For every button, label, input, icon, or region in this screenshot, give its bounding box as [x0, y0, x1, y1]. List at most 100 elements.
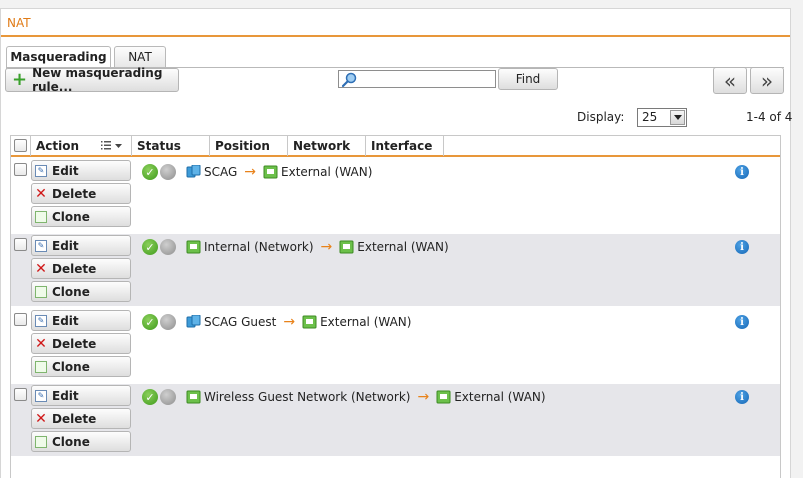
column-header-action[interactable]: Action	[31, 136, 132, 156]
edit-button[interactable]: ✎ Edit	[31, 235, 131, 256]
delete-button[interactable]: ✕ Delete	[31, 258, 131, 279]
clone-icon	[35, 360, 47, 373]
network-interface-icon	[263, 165, 278, 179]
edit-label: Edit	[52, 388, 79, 403]
row-checkbox[interactable]	[14, 388, 27, 401]
status-disabled-icon[interactable]	[160, 389, 176, 405]
info-icon[interactable]: i	[735, 390, 749, 404]
edit-button[interactable]: ✎ Edit	[31, 385, 131, 406]
info-icon[interactable]: i	[735, 165, 749, 179]
network-interface-icon	[186, 240, 201, 254]
delete-icon: ✕	[35, 185, 47, 202]
delete-button[interactable]: ✕ Delete	[31, 183, 131, 204]
column-header-network[interactable]: Network	[288, 136, 366, 156]
clone-icon	[35, 285, 47, 298]
status-enabled-icon[interactable]: ✓	[142, 164, 158, 180]
column-header-status[interactable]: Status	[132, 136, 210, 156]
network-interface-icon	[186, 390, 201, 404]
status-enabled-icon[interactable]: ✓	[142, 389, 158, 405]
clone-icon	[35, 435, 47, 448]
clone-button[interactable]: Clone	[31, 356, 131, 377]
select-all-cell	[11, 136, 31, 156]
edit-icon: ✎	[35, 314, 47, 327]
status-disabled-icon[interactable]	[160, 314, 176, 330]
info-icon[interactable]: i	[735, 240, 749, 254]
rule-description: Internal (Network) → External (WAN)	[186, 239, 449, 255]
delete-icon: ✕	[35, 260, 47, 277]
panel-title-bar: NAT	[1, 9, 790, 37]
edit-label: Edit	[52, 238, 79, 253]
display-count-select[interactable]: 25	[637, 108, 687, 127]
status-disabled-icon[interactable]	[160, 164, 176, 180]
masquerading-table: Action Status Position Network Interface…	[10, 135, 781, 478]
edit-button[interactable]: ✎ Edit	[31, 160, 131, 181]
arrow-right-icon: →	[417, 389, 430, 405]
rule-source[interactable]: SCAG Guest	[204, 315, 276, 329]
clone-button[interactable]: Clone	[31, 281, 131, 302]
rule-target[interactable]: External (WAN)	[357, 240, 448, 254]
find-button[interactable]: Find	[498, 68, 558, 90]
row-checkbox[interactable]	[14, 163, 27, 176]
status-disabled-icon[interactable]	[160, 239, 176, 255]
edit-label: Edit	[52, 313, 79, 328]
delete-button[interactable]: ✕ Delete	[31, 333, 131, 354]
clone-label: Clone	[52, 434, 90, 449]
column-menu-icon[interactable]	[101, 140, 123, 152]
rule-target[interactable]: External (WAN)	[320, 315, 411, 329]
clone-button[interactable]: Clone	[31, 431, 131, 452]
delete-label: Delete	[52, 261, 97, 276]
plus-icon: +	[12, 69, 28, 90]
search-field[interactable]	[357, 71, 493, 87]
rule-target[interactable]: External (WAN)	[454, 390, 545, 404]
display-count-value: 25	[642, 110, 658, 124]
clone-label: Clone	[52, 359, 90, 374]
rule-source[interactable]: SCAG	[204, 165, 237, 179]
clone-label: Clone	[52, 209, 90, 224]
display-label: Display:	[577, 110, 625, 124]
clone-button[interactable]: Clone	[31, 206, 131, 227]
column-header-interface[interactable]: Interface	[366, 136, 444, 156]
panel-title: NAT	[7, 16, 31, 30]
search-input[interactable]	[338, 70, 496, 88]
rule-source[interactable]: Internal (Network)	[204, 240, 314, 254]
info-icon[interactable]: i	[735, 315, 749, 329]
delete-button[interactable]: ✕ Delete	[31, 408, 131, 429]
select-all-checkbox[interactable]	[14, 139, 27, 152]
arrow-right-icon: →	[320, 239, 333, 255]
edit-label: Edit	[52, 163, 79, 178]
edit-icon: ✎	[35, 389, 47, 402]
chevron-down-icon[interactable]	[670, 110, 685, 125]
delete-icon: ✕	[35, 335, 47, 352]
delete-label: Delete	[52, 186, 97, 201]
rule-target[interactable]: External (WAN)	[281, 165, 372, 179]
edit-icon: ✎	[35, 164, 47, 177]
delete-label: Delete	[52, 411, 97, 426]
clone-icon	[35, 210, 47, 223]
table-row: ✎ Edit ✕ Delete Clone ✓ SCAG → External …	[11, 159, 780, 231]
rule-description: SCAG → External (WAN)	[186, 164, 372, 180]
rule-description: Wireless Guest Network (Network) → Exter…	[186, 389, 546, 405]
status-enabled-icon[interactable]: ✓	[142, 239, 158, 255]
column-header-position[interactable]: Position	[210, 136, 288, 156]
table-row: ✎ Edit ✕ Delete Clone ✓ SCAG Guest → Ext…	[11, 309, 780, 381]
status-enabled-icon[interactable]: ✓	[142, 314, 158, 330]
row-checkbox[interactable]	[14, 313, 27, 326]
next-page-button[interactable]: »	[750, 67, 784, 94]
rule-description: SCAG Guest → External (WAN)	[186, 314, 411, 330]
arrow-right-icon: →	[244, 164, 257, 180]
network-interface-icon	[436, 390, 451, 404]
tab-nat[interactable]: NAT	[114, 46, 166, 68]
previous-page-button[interactable]: «	[713, 67, 747, 94]
edit-icon: ✎	[35, 239, 47, 252]
table-header: Action Status Position Network Interface	[11, 136, 780, 157]
clone-label: Clone	[52, 284, 90, 299]
new-rule-label: New masquerading rule...	[32, 66, 163, 94]
network-interface-icon	[339, 240, 354, 254]
rule-source[interactable]: Wireless Guest Network (Network)	[204, 390, 410, 404]
new-masquerading-rule-button[interactable]: + New masquerading rule...	[5, 66, 179, 94]
edit-button[interactable]: ✎ Edit	[31, 310, 131, 331]
arrow-right-icon: →	[283, 314, 296, 330]
row-checkbox[interactable]	[14, 238, 27, 251]
search-icon	[341, 72, 357, 88]
delete-label: Delete	[52, 336, 97, 351]
